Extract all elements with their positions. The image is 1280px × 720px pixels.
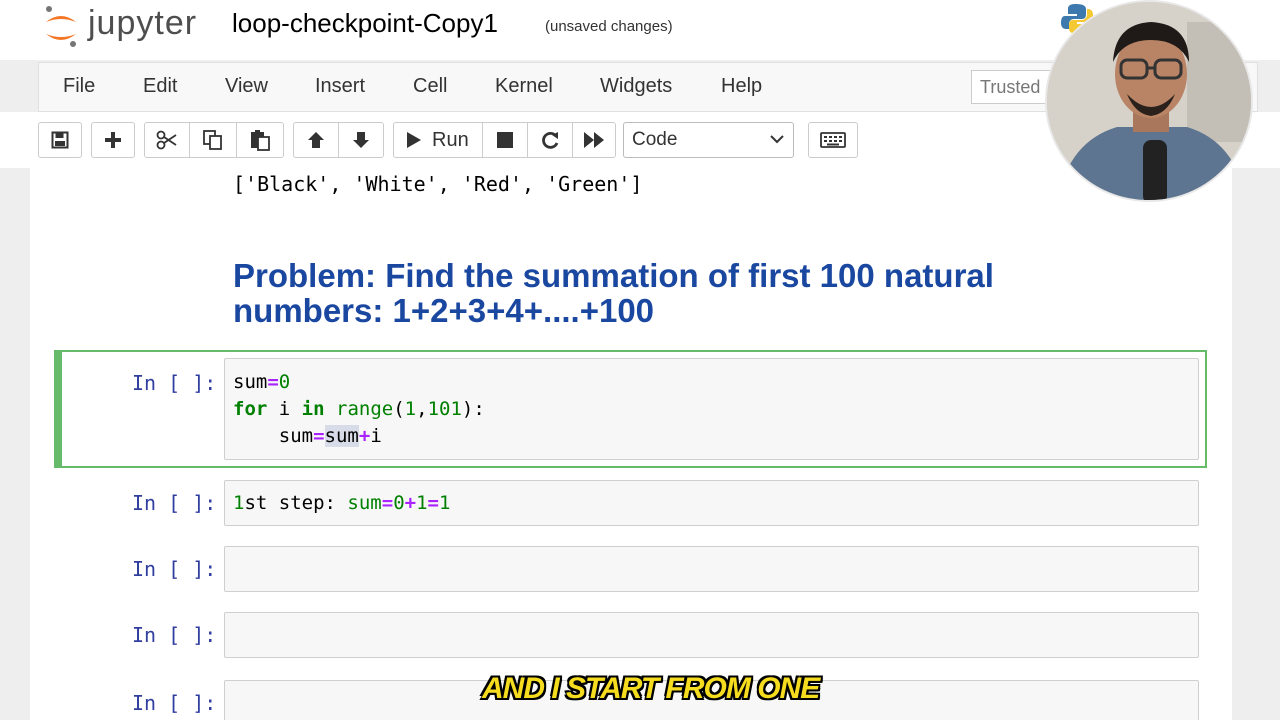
notebook-title[interactable]: loop-checkpoint-Copy1	[232, 8, 498, 39]
insert-cell-button[interactable]	[91, 122, 135, 158]
code-cell[interactable]: In [ ]:	[54, 544, 1207, 594]
cell-prompt: In [ ]:	[132, 623, 217, 647]
restart-run-all-button[interactable]	[572, 122, 616, 158]
menu-view[interactable]: View	[225, 75, 268, 98]
stop-icon	[497, 132, 513, 148]
interrupt-button[interactable]	[482, 122, 528, 158]
code-editor[interactable]: 1st step: sum=0+1=1	[224, 480, 1199, 526]
webcam-overlay	[1045, 0, 1253, 202]
fast-forward-icon	[584, 132, 604, 148]
code-line-1: sum=0	[233, 371, 291, 393]
keyboard-icon	[820, 132, 846, 148]
cell-prompt: In [ ]:	[132, 691, 217, 715]
menu-file[interactable]: File	[63, 75, 95, 98]
video-caption: AND I START FROM ONE	[482, 672, 820, 705]
play-icon	[407, 132, 421, 148]
cell-type-select[interactable]: Code	[623, 122, 794, 158]
menu-widgets[interactable]: Widgets	[600, 75, 672, 98]
save-status: (unsaved changes)	[545, 18, 673, 35]
code-cell-selected[interactable]: In [ ]: sum=0 for i in range(1,101): sum…	[54, 350, 1207, 468]
restart-button[interactable]	[527, 122, 573, 158]
presenter-video	[1047, 2, 1251, 200]
plus-icon	[105, 132, 121, 148]
menu-insert[interactable]: Insert	[315, 75, 365, 98]
cut-button[interactable]	[144, 122, 190, 158]
code-line-3: sum=sum+i	[233, 425, 382, 447]
scissors-icon	[156, 130, 177, 150]
run-button[interactable]: Run	[393, 122, 483, 158]
menu-kernel[interactable]: Kernel	[495, 75, 553, 98]
code-line-1: 1st step: sum=0+1=1	[233, 492, 451, 514]
markdown-heading[interactable]: Problem: Find the summation of first 100…	[233, 258, 1133, 328]
cell-prompt: In [ ]:	[132, 371, 217, 395]
code-line-2: for i in range(1,101):	[233, 398, 485, 420]
cell-prompt: In [ ]:	[132, 557, 217, 581]
code-editor[interactable]	[224, 612, 1199, 658]
copy-button[interactable]	[189, 122, 237, 158]
code-cell[interactable]: In [ ]: 1st step: sum=0+1=1	[54, 478, 1207, 528]
paste-button[interactable]	[236, 122, 284, 158]
menu-help[interactable]: Help	[721, 75, 762, 98]
menu-cell[interactable]: Cell	[413, 75, 447, 98]
cell-prompt: In [ ]:	[132, 491, 217, 515]
jupyter-logo-icon[interactable]	[42, 4, 80, 48]
code-cell[interactable]: In [ ]:	[54, 610, 1207, 660]
logo-text: jupyter	[88, 4, 198, 42]
cell-output: ['Black', 'White', 'Red', 'Green']	[233, 172, 643, 196]
move-down-button[interactable]	[338, 122, 384, 158]
command-palette-button[interactable]	[808, 122, 858, 158]
notebook-container: ['Black', 'White', 'Red', 'Green'] Probl…	[30, 168, 1232, 720]
paste-icon	[251, 130, 270, 151]
cell-type-value: Code	[632, 129, 678, 150]
chevron-down-icon	[770, 135, 784, 144]
save-button[interactable]	[38, 122, 82, 158]
restart-icon	[542, 131, 559, 149]
code-editor[interactable]: sum=0 for i in range(1,101): sum=sum+i	[224, 358, 1199, 460]
copy-icon	[203, 130, 222, 150]
menu-edit[interactable]: Edit	[143, 75, 177, 98]
run-label: Run	[432, 128, 469, 151]
code-editor[interactable]	[224, 546, 1199, 592]
arrow-up-icon	[308, 132, 324, 148]
move-up-button[interactable]	[293, 122, 339, 158]
arrow-down-icon	[353, 132, 369, 148]
save-icon	[51, 131, 69, 149]
